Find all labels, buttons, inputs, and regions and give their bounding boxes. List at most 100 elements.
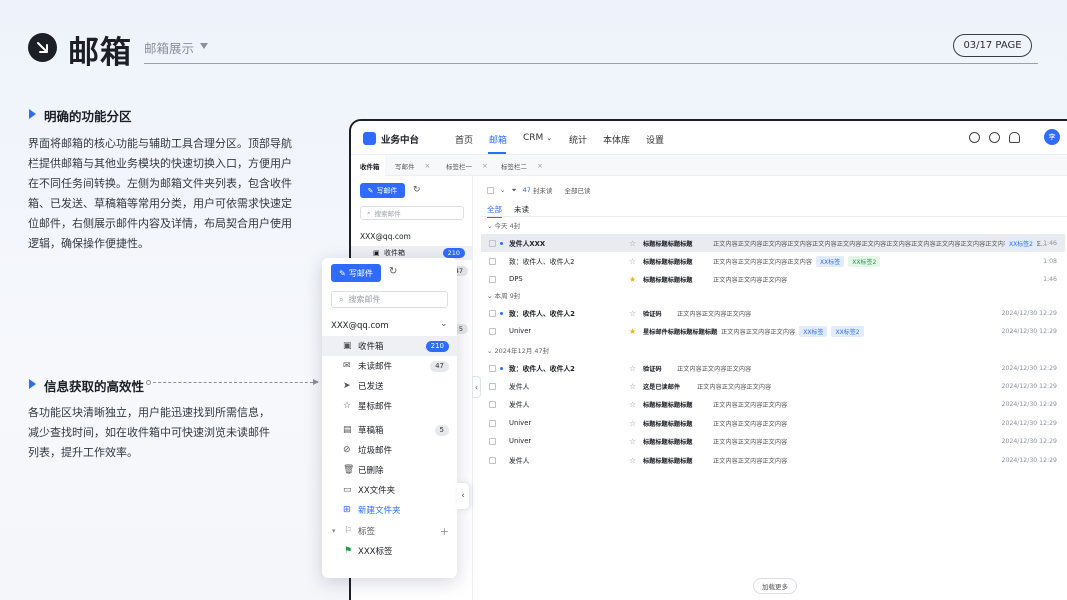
bell-icon[interactable] <box>1009 132 1020 143</box>
star-icon[interactable]: ☆ <box>629 419 636 428</box>
table-row[interactable]: 发件人XXX ☆ 标题标题标题标题 正文内容正文内容正文内容正文内容正文内容正文内容正… <box>481 234 1065 252</box>
star-icon[interactable]: ★ <box>629 275 636 284</box>
star-icon[interactable]: ☆ <box>629 400 636 409</box>
table-row[interactable]: 发件人 ☆ 这是已读邮件 正文内容正文内容正文内容 2024/12/30 12:29 <box>481 377 1065 395</box>
sidebar-item[interactable]: ✉ 未读邮件 47 <box>322 356 457 376</box>
refresh-icon[interactable]: ↻ <box>389 266 397 277</box>
send-icon: ➤ <box>343 381 351 391</box>
select-all-checkbox[interactable] <box>487 186 494 194</box>
load-more-button[interactable]: 加载更多 <box>753 578 797 594</box>
row-preview: 正文内容正文内容正文内容 XX标签 XX标签2 <box>721 325 864 337</box>
star-icon[interactable]: ☆ <box>629 364 636 373</box>
chevron-down-icon: ⌄ <box>546 134 553 142</box>
row-checkbox[interactable] <box>489 364 496 372</box>
table-row[interactable]: 致：收件人、收件人2 ☆ 标题标题标题标题 正文内容正文内容正文内容正文内容 XX标签 X… <box>481 252 1065 270</box>
tag-badge[interactable]: XX标签 <box>799 325 828 337</box>
sidebar-item[interactable]: ☆ 星标邮件 <box>322 396 457 416</box>
tab-compose[interactable]: 写邮件 × <box>395 155 430 176</box>
table-row[interactable]: 致：收件人、收件人2 ☆ 验证码 正文内容正文内容正文内容 2024/12/30 12:… <box>481 304 1065 322</box>
star-icon[interactable]: ☆ <box>629 257 636 266</box>
chevron-down-icon: ⌄ <box>487 222 495 230</box>
tab-inbox[interactable]: 收件箱 <box>351 155 385 176</box>
row-checkbox[interactable] <box>489 400 496 408</box>
close-icon[interactable]: × <box>425 162 431 170</box>
row-sender: Univer <box>509 437 532 445</box>
sidebar-item[interactable]: ➤ 已发送 <box>322 376 457 396</box>
sidebar-item[interactable]: ▤ 草稿箱 5 <box>322 420 457 440</box>
row-checkbox[interactable] <box>489 327 496 335</box>
nav-item-stats[interactable]: 统计 <box>569 133 587 146</box>
table-row[interactable]: 致：收件人、收件人2 ☆ 验证码 正文内容正文内容正文内容 2024/12/30 12:… <box>481 359 1065 377</box>
row-subject: 这是已读邮件 <box>643 383 681 391</box>
nav-item-mail[interactable]: 邮箱 <box>489 133 507 146</box>
collapse-panel-button[interactable]: ‹ <box>457 483 469 509</box>
row-checkbox[interactable] <box>489 382 496 390</box>
star-icon[interactable]: ★ <box>629 327 636 336</box>
row-checkbox[interactable] <box>489 456 496 464</box>
nav-item-settings[interactable]: 设置 <box>646 133 664 146</box>
refresh-icon[interactable]: ↻ <box>413 185 421 195</box>
account-label[interactable]: XXX@qq.com <box>360 232 411 241</box>
row-preview: 正文内容正文内容正文内容 <box>677 309 751 318</box>
count-badge: 210 <box>442 248 465 258</box>
nav-item-crm[interactable]: CRM ⌄ <box>523 133 552 143</box>
filter-icon[interactable]: ⏷ <box>511 186 516 195</box>
close-icon[interactable]: × <box>482 162 488 170</box>
tab-label-one[interactable]: 标签栏一 × <box>446 155 488 176</box>
unread-dot <box>500 311 503 315</box>
row-subject: 验证码 <box>643 310 662 318</box>
table-row[interactable]: Univer ★ 星标邮件标题标题标题标题 正文内容正文内容正文内容 XX标签 XX标签2… <box>481 322 1065 340</box>
star-icon[interactable]: ☆ <box>629 382 636 391</box>
nav-item-home[interactable]: 首页 <box>455 133 473 146</box>
account-label[interactable]: XXX@qq.com <box>331 321 389 331</box>
table-row[interactable]: DPS ★ 标题标题标题标题 正文内容正文内容正文内容 1:46 <box>481 270 1065 288</box>
sidebar-item[interactable]: ⊘ 垃圾邮件 <box>322 440 457 460</box>
date-group-header[interactable]: ⌄ 今天 4封 <box>487 220 520 230</box>
tag-badge[interactable]: XX标签2 <box>1004 237 1037 249</box>
row-sender: Univer <box>509 327 532 335</box>
sidebar-item[interactable]: ▣ 收件箱 210 <box>322 336 457 356</box>
star-icon[interactable]: ☆ <box>629 437 636 446</box>
mark-all-read-button[interactable]: 全部已读 <box>564 185 590 195</box>
compose-button[interactable]: ✎ 写邮件 <box>331 264 381 282</box>
globe-icon[interactable] <box>969 132 980 143</box>
tags-group[interactable]: ▾ ⚐ 标签 + <box>322 521 457 541</box>
search-input[interactable]: ⌕ 搜索邮件 <box>360 206 464 220</box>
date-group-header[interactable]: ⌄ 2024年12月 47封 <box>487 345 549 355</box>
row-checkbox[interactable] <box>489 239 496 247</box>
sidebar-item[interactable]: ▭ XX文件夹 <box>322 480 457 500</box>
tag-badge[interactable]: XX标签2 <box>848 255 881 267</box>
search-input[interactable]: ⌕ 搜索邮件 <box>331 291 448 308</box>
chevron-down-icon[interactable]: ⌄ <box>440 319 448 329</box>
row-preview: 正文内容正文内容正文内容 <box>677 364 751 373</box>
row-checkbox[interactable] <box>489 419 496 427</box>
tag-badge[interactable]: XX标签2 <box>831 325 864 337</box>
tag-badge[interactable]: XX标签 <box>816 255 845 267</box>
star-icon[interactable]: ☆ <box>629 309 636 318</box>
star-icon[interactable]: ☆ <box>629 239 636 248</box>
tag-item[interactable]: ⚑ XXX标签 <box>322 541 457 561</box>
sidebar-item-label: XX文件夹 <box>358 486 396 496</box>
row-checkbox[interactable] <box>489 309 496 317</box>
table-row[interactable]: Univer ☆ 标题标题标题标题 正文内容正文内容正文内容 2024/12/30 12… <box>481 432 1065 450</box>
close-icon[interactable]: × <box>537 162 543 170</box>
chevron-down-icon[interactable]: ⌄ <box>500 186 505 194</box>
row-sender: DPS <box>509 275 523 283</box>
mail-list-pane: ⌄ ⏷ 47 封未读 全部已读 全部 未读 ⌄ 今天 4封 发件人XXX ☆ 标题标题标… <box>473 176 1067 600</box>
plus-icon[interactable]: + <box>440 525 449 538</box>
nav-item-ontology[interactable]: 本体库 <box>603 133 630 146</box>
row-checkbox[interactable] <box>489 437 496 445</box>
compose-button[interactable]: ✎ 写邮件 <box>360 183 405 198</box>
table-row[interactable]: 发件人 ☆ 标题标题标题标题 正文内容正文内容正文内容 2024/12/30 12:29 <box>481 395 1065 413</box>
tab-label-two[interactable]: 标签栏二 × <box>501 155 543 176</box>
table-row[interactable]: Univer ☆ 标题标题标题标题 正文内容正文内容正文内容 2024/12/30 12… <box>481 414 1065 432</box>
avatar[interactable]: 李 <box>1044 129 1060 145</box>
sidebar-item[interactable]: ⊞ 新建文件夹 <box>322 500 457 520</box>
date-group-header[interactable]: ⌄ 本周 9封 <box>487 290 520 300</box>
help-icon[interactable] <box>989 132 1000 143</box>
row-checkbox[interactable] <box>489 257 496 265</box>
sidebar-item[interactable]: 🗑 已删除 <box>322 460 457 480</box>
row-checkbox[interactable] <box>489 275 496 283</box>
table-row[interactable]: 发件人 ☆ 标题标题标题标题 正文内容正文内容正文内容 2024/12/30 12:29 <box>481 451 1065 469</box>
star-icon[interactable]: ☆ <box>629 456 636 465</box>
